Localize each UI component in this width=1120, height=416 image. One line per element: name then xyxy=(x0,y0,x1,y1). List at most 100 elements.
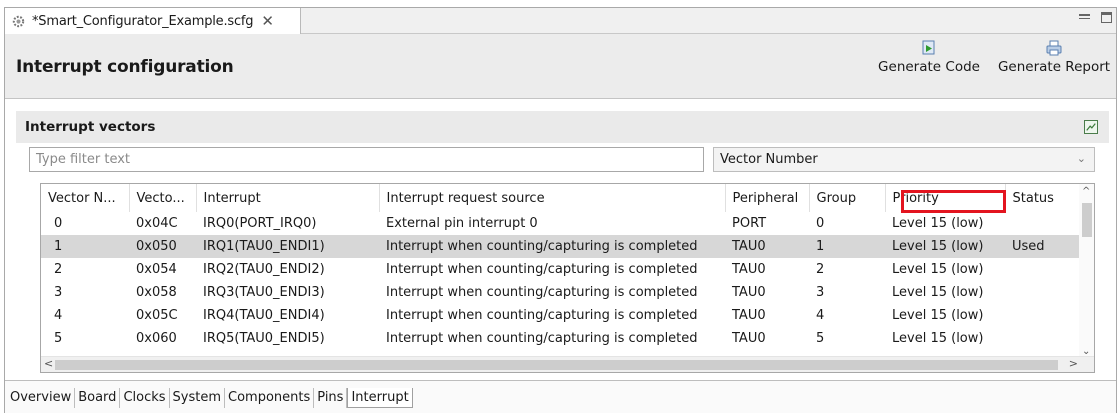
column-header-request-source[interactable]: Interrupt request source xyxy=(379,184,726,212)
column-header-vector-number[interactable]: Vector N... xyxy=(41,184,130,212)
cell-interrupt: IRQ5(TAU0_ENDI5) xyxy=(203,331,325,346)
cell-group: 1 xyxy=(809,235,885,258)
cell-request-source: Interrupt when counting/capturing is com… xyxy=(379,235,725,258)
column-header-priority[interactable]: Priority xyxy=(885,184,1006,212)
print-icon xyxy=(1046,40,1062,56)
cell-status xyxy=(1005,258,1081,281)
tab-components[interactable]: Components xyxy=(225,388,315,408)
generate-report-button[interactable]: Generate Report xyxy=(991,40,1117,75)
cell-vector-address: 0x054 xyxy=(136,262,177,277)
cell-priority[interactable]: Level 15 (low) xyxy=(885,327,1005,350)
cell-request-source: Interrupt when counting/capturing is com… xyxy=(386,285,698,300)
cell-group: 2 xyxy=(816,262,825,277)
table-row[interactable]: 2 0x054 IRQ2(TAU0_ENDI2) Interrupt when … xyxy=(41,258,1081,281)
minimize-icon[interactable] xyxy=(1079,14,1090,19)
chevron-down-icon: ⌄ xyxy=(1076,152,1086,165)
cell-vector-number: 5 xyxy=(54,331,63,346)
cell-vector-number: 2 xyxy=(54,262,63,277)
column-header-group[interactable]: Group xyxy=(809,184,886,212)
sort-dropdown-value: Vector Number xyxy=(720,152,818,167)
cell-peripheral: TAU0 xyxy=(732,331,766,346)
cell-peripheral: TAU0 xyxy=(725,235,809,258)
close-icon[interactable]: ✕ xyxy=(261,12,274,30)
cell-peripheral: TAU0 xyxy=(732,308,766,323)
editor-window: *Smart_Configurator_Example.scfg ✕ Inter… xyxy=(4,7,1117,413)
scroll-left-icon[interactable]: < xyxy=(44,357,53,370)
cell-vector-address: 0x04C xyxy=(136,216,178,231)
cell-group: 3 xyxy=(816,285,825,300)
horizontal-scroll-thumb[interactable] xyxy=(55,360,1058,370)
maximize-icon[interactable] xyxy=(1101,12,1112,23)
cell-vector-address: 0x058 xyxy=(136,285,177,300)
vectors-grid: Vector N... Vecto... Interrupt Interrupt… xyxy=(41,184,1082,350)
cell-vector-number: 1 xyxy=(41,235,129,258)
scroll-right-icon[interactable]: > xyxy=(1069,357,1078,370)
cell-priority[interactable]: Level 15 (low) xyxy=(885,258,1005,281)
generate-report-label: Generate Report xyxy=(997,59,1111,75)
editor-tab-title: *Smart_Configurator_Example.scfg xyxy=(32,13,254,29)
table-header-row: Vector N... Vecto... Interrupt Interrupt… xyxy=(41,184,1082,212)
table-row[interactable]: 0 0x04C IRQ0(PORT_IRQ0) External pin int… xyxy=(41,212,1081,235)
tab-interrupt[interactable]: Interrupt xyxy=(347,388,413,408)
section-header: Interrupt vectors xyxy=(16,111,1109,143)
filter-input[interactable]: Type filter text xyxy=(29,147,704,172)
page-header: Interrupt configuration Generate Code Ge… xyxy=(5,34,1116,99)
cell-interrupt: IRQ3(TAU0_ENDI3) xyxy=(203,285,325,300)
cell-vector-address: 0x05C xyxy=(136,308,178,323)
editor-tab[interactable]: *Smart_Configurator_Example.scfg ✕ xyxy=(5,8,301,34)
cell-vector-number: 0 xyxy=(54,216,63,231)
horizontal-scrollbar[interactable]: < > xyxy=(41,356,1094,372)
cell-priority[interactable]: Level 15 (low) xyxy=(885,212,1005,235)
interrupt-vectors-table: Vector N... Vecto... Interrupt Interrupt… xyxy=(40,183,1095,373)
collapse-icon[interactable] xyxy=(1084,120,1098,134)
cell-request-source: Interrupt when counting/capturing is com… xyxy=(386,308,698,323)
window-controls xyxy=(1079,11,1112,23)
cell-status xyxy=(1005,212,1081,235)
cell-vector-address: 0x060 xyxy=(136,331,177,346)
tab-overview[interactable]: Overview xyxy=(7,388,76,408)
cell-status xyxy=(1005,281,1081,304)
cell-status: Used xyxy=(1005,235,1081,258)
cell-priority[interactable]: Level 15 (low) xyxy=(885,235,1005,258)
cell-interrupt: IRQ2(TAU0_ENDI2) xyxy=(203,262,325,277)
cell-request-source: Interrupt when counting/capturing is com… xyxy=(386,331,698,346)
column-header-vector-address[interactable]: Vecto... xyxy=(129,184,197,212)
cell-group: 0 xyxy=(816,216,825,231)
tab-clocks[interactable]: Clocks xyxy=(120,388,170,408)
cell-interrupt: IRQ1(TAU0_ENDI1) xyxy=(196,235,379,258)
tab-pins[interactable]: Pins xyxy=(314,388,348,408)
cell-peripheral: PORT xyxy=(732,216,767,231)
sort-dropdown[interactable]: Vector Number ⌄ xyxy=(713,147,1095,172)
cell-vector-number: 3 xyxy=(54,285,63,300)
cell-vector-number: 4 xyxy=(54,308,63,323)
page-tabs: Overview Board Clocks System Components … xyxy=(5,380,1116,413)
table-row[interactable]: 3 0x058 IRQ3(TAU0_ENDI3) Interrupt when … xyxy=(41,281,1081,304)
cell-peripheral: TAU0 xyxy=(732,262,766,277)
cell-status xyxy=(1005,304,1081,327)
table-row[interactable]: 5 0x060 IRQ5(TAU0_ENDI5) Interrupt when … xyxy=(41,327,1081,350)
column-header-peripheral[interactable]: Peripheral xyxy=(725,184,810,212)
column-header-interrupt[interactable]: Interrupt xyxy=(196,184,380,212)
editor-tab-bar: *Smart_Configurator_Example.scfg ✕ xyxy=(5,8,1116,34)
scroll-up-icon[interactable]: ^ xyxy=(1082,186,1090,197)
cell-vector-address: 0x050 xyxy=(129,235,196,258)
cell-priority[interactable]: Level 15 (low) xyxy=(885,281,1005,304)
tab-board[interactable]: Board xyxy=(75,388,121,408)
cell-group: 5 xyxy=(816,331,825,346)
column-header-status[interactable]: Status xyxy=(1005,184,1082,212)
vertical-scroll-thumb[interactable] xyxy=(1082,203,1092,237)
cell-interrupt: IRQ4(TAU0_ENDI4) xyxy=(203,308,325,323)
cell-group: 4 xyxy=(816,308,825,323)
generate-code-button[interactable]: Generate Code xyxy=(874,40,984,75)
tab-system[interactable]: System xyxy=(170,388,226,408)
table-row[interactable]: 4 0x05C IRQ4(TAU0_ENDI4) Interrupt when … xyxy=(41,304,1081,327)
section-title: Interrupt vectors xyxy=(25,119,156,135)
cell-request-source: External pin interrupt 0 xyxy=(386,216,538,231)
vertical-scrollbar[interactable]: ^ ⌄ xyxy=(1079,184,1094,359)
gear-icon xyxy=(12,15,25,27)
generate-code-label: Generate Code xyxy=(878,59,980,75)
generate-code-icon xyxy=(922,40,935,55)
cell-interrupt: IRQ0(PORT_IRQ0) xyxy=(203,216,317,231)
cell-priority[interactable]: Level 15 (low) xyxy=(885,304,1005,327)
table-row-selected[interactable]: 1 0x050 IRQ1(TAU0_ENDI1) Interrupt when … xyxy=(41,235,1081,258)
